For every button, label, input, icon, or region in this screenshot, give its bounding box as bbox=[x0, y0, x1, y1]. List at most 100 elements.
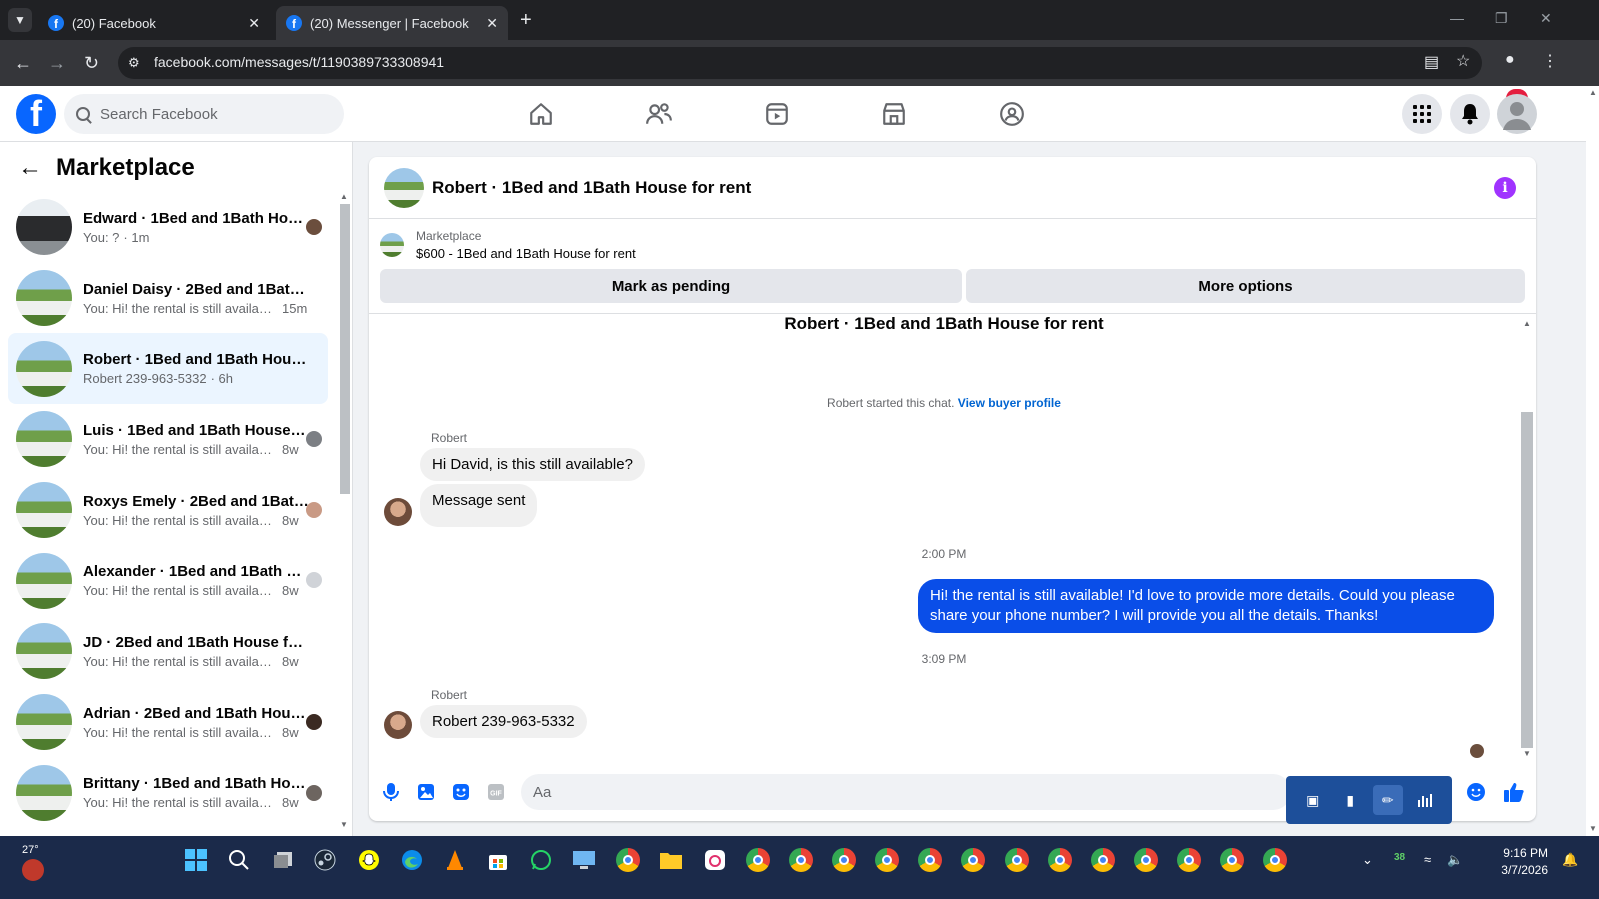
task-view-icon[interactable] bbox=[270, 847, 296, 873]
chrome-icon[interactable] bbox=[1047, 847, 1073, 873]
chrome-icon[interactable] bbox=[1176, 847, 1202, 873]
scroll-up-icon[interactable]: ▲ bbox=[340, 192, 348, 201]
conversation-item[interactable]: Alexander · 1Bed and 1Bath H... You: Hi!… bbox=[8, 545, 328, 616]
chrome-icon[interactable] bbox=[1262, 847, 1288, 873]
clipboard-icon[interactable]: ▮ bbox=[1335, 785, 1365, 815]
outgoing-message[interactable]: Hi! the rental is still available! I'd l… bbox=[918, 579, 1494, 633]
marketplace-icon[interactable] bbox=[878, 98, 910, 130]
tab-search-button[interactable]: ▼ bbox=[8, 8, 32, 32]
chrome-icon[interactable] bbox=[615, 847, 641, 873]
chrome-icon[interactable] bbox=[960, 847, 986, 873]
home-icon[interactable] bbox=[525, 98, 557, 130]
tab-facebook[interactable]: f (20) Facebook ✕ bbox=[38, 6, 270, 40]
scroll-up-icon[interactable]: ▲ bbox=[1589, 88, 1597, 97]
chrome-icon[interactable] bbox=[831, 847, 857, 873]
facebook-logo-icon[interactable]: f bbox=[16, 94, 56, 134]
taskbar-search-icon[interactable] bbox=[226, 847, 252, 873]
more-menu-icon[interactable]: ⋮ bbox=[1542, 51, 1558, 71]
chat-title[interactable]: Robert · 1Bed and 1Bath House for rent bbox=[432, 178, 751, 198]
conversation-item[interactable]: JD · 2Bed and 1Bath House for r... You: … bbox=[8, 616, 328, 687]
sender-avatar[interactable] bbox=[384, 498, 412, 526]
microsoft-store-icon[interactable] bbox=[485, 847, 511, 873]
groups-icon[interactable] bbox=[996, 98, 1028, 130]
chat-scrollbar[interactable]: ▲ ▼ bbox=[1520, 317, 1534, 763]
vlc-icon[interactable] bbox=[442, 847, 468, 873]
profile-icon[interactable]: ● bbox=[1505, 51, 1515, 69]
back-arrow-icon[interactable]: ← bbox=[18, 154, 42, 182]
page-scrollbar[interactable]: ▲ ▼ bbox=[1586, 86, 1599, 836]
chevron-up-icon[interactable]: ⌄ bbox=[1362, 852, 1373, 868]
sidebar-scrollbar[interactable]: ▲ ▼ bbox=[339, 190, 351, 830]
incoming-message[interactable]: Message sent bbox=[420, 484, 538, 527]
listing-summary[interactable]: Marketplace $600 - 1Bed and 1Bath House … bbox=[380, 229, 636, 261]
info-icon[interactable]: i bbox=[1494, 177, 1516, 199]
chrome-icon[interactable] bbox=[1004, 847, 1030, 873]
search-box[interactable] bbox=[64, 94, 344, 134]
conversation-item[interactable]: Daniel Daisy · 2Bed and 1Bath H... You: … bbox=[8, 263, 328, 334]
chrome-icon[interactable] bbox=[1090, 847, 1116, 873]
incoming-message[interactable]: Hi David, is this still available? bbox=[420, 448, 645, 481]
remote-desktop-icon[interactable] bbox=[571, 847, 597, 873]
message-input[interactable] bbox=[533, 783, 1233, 801]
forward-arrow-icon[interactable]: → bbox=[48, 51, 66, 75]
snapchat-icon[interactable] bbox=[356, 847, 382, 873]
more-options-button[interactable]: More options bbox=[966, 269, 1525, 303]
bookmark-star-icon[interactable]: ☆ bbox=[1456, 51, 1470, 71]
install-app-icon[interactable]: ▤ bbox=[1424, 52, 1439, 72]
close-window-button[interactable]: ✕ bbox=[1540, 10, 1552, 27]
edge-icon[interactable] bbox=[399, 847, 425, 873]
scroll-down-icon[interactable]: ▼ bbox=[1523, 749, 1531, 758]
minimize-button[interactable]: — bbox=[1450, 10, 1464, 26]
tray-badge[interactable]: 38 bbox=[1394, 852, 1405, 863]
back-arrow-icon[interactable]: ← bbox=[14, 51, 32, 75]
chrome-icon[interactable] bbox=[874, 847, 900, 873]
emoji-icon[interactable] bbox=[1465, 781, 1487, 803]
notification-center-icon[interactable]: 🔔 bbox=[1562, 852, 1578, 868]
close-tab-icon[interactable]: ✕ bbox=[248, 15, 260, 32]
sender-avatar[interactable] bbox=[384, 711, 412, 739]
friends-icon[interactable] bbox=[643, 98, 675, 130]
view-buyer-profile-link[interactable]: View buyer profile bbox=[958, 396, 1061, 410]
steam-icon[interactable] bbox=[312, 847, 338, 873]
listing-avatar[interactable] bbox=[384, 167, 424, 208]
weather-widget[interactable]: 27° bbox=[22, 844, 44, 881]
system-clock[interactable]: 9:16 PM 3/7/2026 bbox=[1478, 845, 1548, 879]
gif-icon[interactable]: GIF bbox=[485, 781, 507, 803]
video-icon[interactable] bbox=[761, 98, 793, 130]
start-windows-icon[interactable] bbox=[183, 847, 209, 873]
like-thumb-icon[interactable] bbox=[1503, 781, 1525, 803]
new-tab-button[interactable]: + bbox=[520, 10, 532, 30]
notifications-bell-icon[interactable] bbox=[1450, 94, 1490, 134]
sticker-icon[interactable] bbox=[450, 781, 472, 803]
screenshot-icon[interactable]: ▣ bbox=[1298, 785, 1328, 815]
microphone-icon[interactable] bbox=[380, 781, 402, 803]
conversation-item[interactable]: Luis · 1Bed and 1Bath House f... You: Hi… bbox=[8, 404, 328, 475]
scrollbar-thumb[interactable] bbox=[340, 204, 350, 494]
conversation-item[interactable]: Roxys Emely · 2Bed and 1Bath... You: Hi!… bbox=[8, 475, 328, 546]
scrollbar-thumb[interactable] bbox=[1521, 412, 1533, 748]
volume-icon[interactable]: 🔈 bbox=[1447, 852, 1463, 868]
message-input-box[interactable] bbox=[521, 774, 1291, 810]
scroll-up-icon[interactable]: ▲ bbox=[1523, 319, 1531, 328]
chrome-icon[interactable] bbox=[788, 847, 814, 873]
restore-button[interactable]: ❐ bbox=[1495, 10, 1508, 27]
tab-messenger[interactable]: f (20) Messenger | Facebook ✕ bbox=[276, 6, 508, 40]
pen-icon[interactable]: ✏ bbox=[1372, 785, 1403, 815]
conversation-item[interactable]: Adrian · 2Bed and 1Bath Hous... You: Hi!… bbox=[8, 687, 328, 758]
chrome-icon[interactable] bbox=[917, 847, 943, 873]
scroll-down-icon[interactable]: ▼ bbox=[340, 820, 348, 829]
conversation-item[interactable]: Edward · 1Bed and 1Bath Hou... You: ? · 1… bbox=[8, 192, 328, 263]
url-bar[interactable]: ⚙ facebook.com/messages/t/11903897333089… bbox=[118, 47, 1482, 79]
mark-as-pending-button[interactable]: Mark as pending bbox=[380, 269, 962, 303]
close-tab-icon[interactable]: ✕ bbox=[486, 15, 498, 32]
photo-icon[interactable] bbox=[415, 781, 437, 803]
app-icon[interactable] bbox=[702, 847, 728, 873]
menu-grid-icon[interactable] bbox=[1402, 94, 1442, 134]
chrome-icon[interactable] bbox=[745, 847, 771, 873]
scroll-down-icon[interactable]: ▼ bbox=[1589, 824, 1597, 833]
search-input[interactable] bbox=[100, 105, 320, 123]
site-info-icon[interactable]: ⚙ bbox=[128, 55, 140, 71]
conversation-item[interactable]: Brittany · 1Bed and 1Bath Hou... You: Hi… bbox=[8, 758, 328, 829]
chrome-icon[interactable] bbox=[1219, 847, 1245, 873]
whatsapp-icon[interactable] bbox=[528, 847, 554, 873]
